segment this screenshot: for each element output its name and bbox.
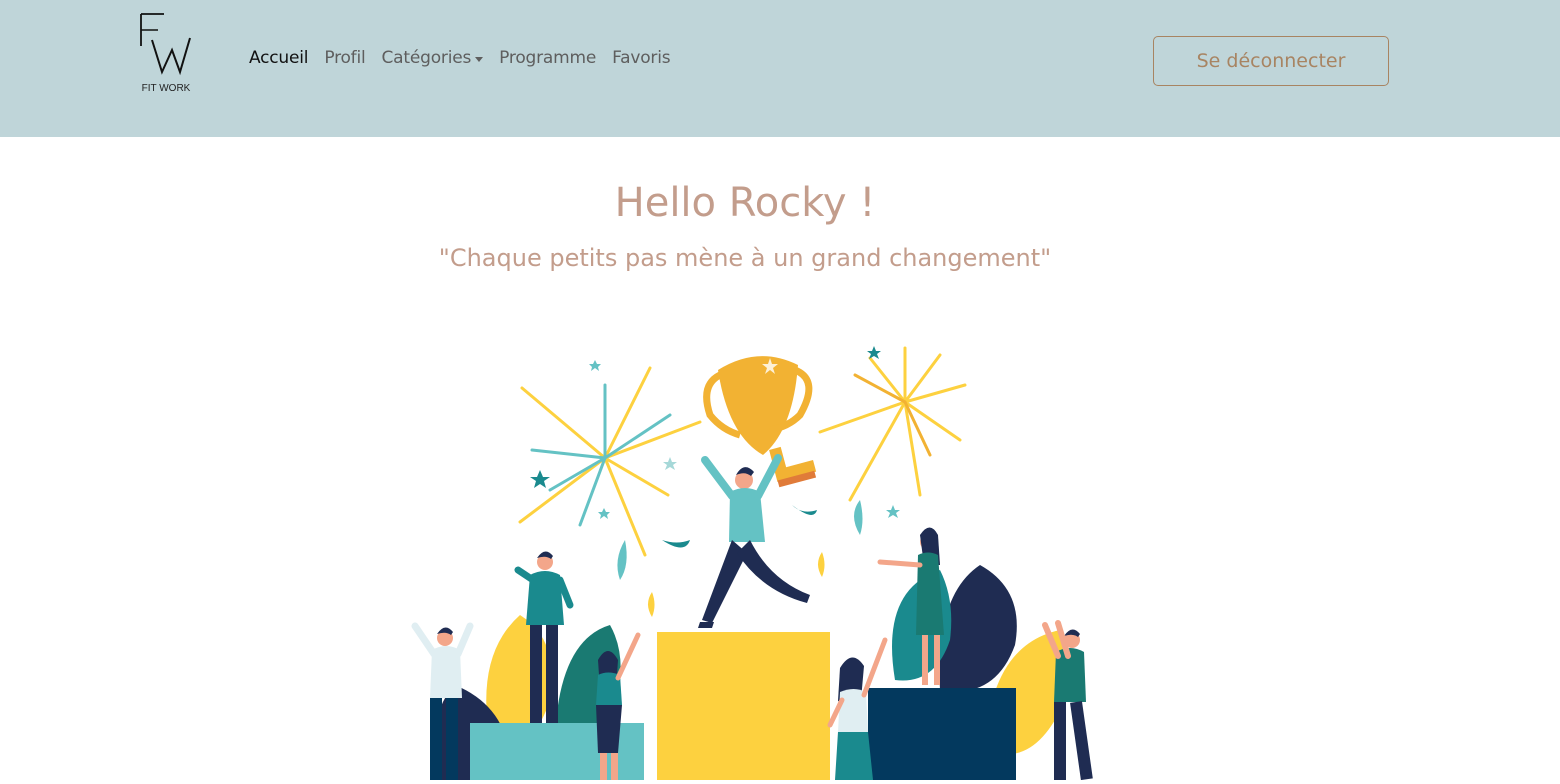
nav-item-categories-label: Catégories	[381, 48, 472, 68]
logout-button[interactable]: Se déconnecter	[1153, 36, 1389, 86]
nav-item-favoris[interactable]: Favoris	[612, 48, 670, 68]
main-nav: Accueil Profil Catégories Programme Favo…	[249, 48, 686, 68]
motivational-quote: "Chaque petits pas mène à un grand chang…	[438, 244, 1052, 272]
nav-item-categories[interactable]: Catégories	[382, 48, 484, 68]
confetti-icon	[530, 346, 900, 617]
nav-item-profil[interactable]: Profil	[324, 48, 365, 68]
nav-item-accueil[interactable]: Accueil	[249, 48, 309, 68]
trophy-icon	[703, 356, 817, 488]
trophy-celebration-illustration	[400, 330, 1120, 781]
nav-item-programme[interactable]: Programme	[499, 48, 596, 68]
firework-right-icon	[818, 346, 967, 502]
caret-down-icon	[475, 56, 484, 62]
greeting-heading: Hello Rocky !	[614, 180, 876, 226]
fw-monogram-icon: FIT WORK	[140, 13, 191, 94]
logo-text: FIT WORK	[142, 83, 191, 94]
fit-work-logo[interactable]: FIT WORK	[134, 10, 198, 96]
firework-left-icon	[518, 366, 702, 557]
top-navbar: FIT WORK Accueil Profil Catégories Progr…	[0, 0, 1560, 137]
